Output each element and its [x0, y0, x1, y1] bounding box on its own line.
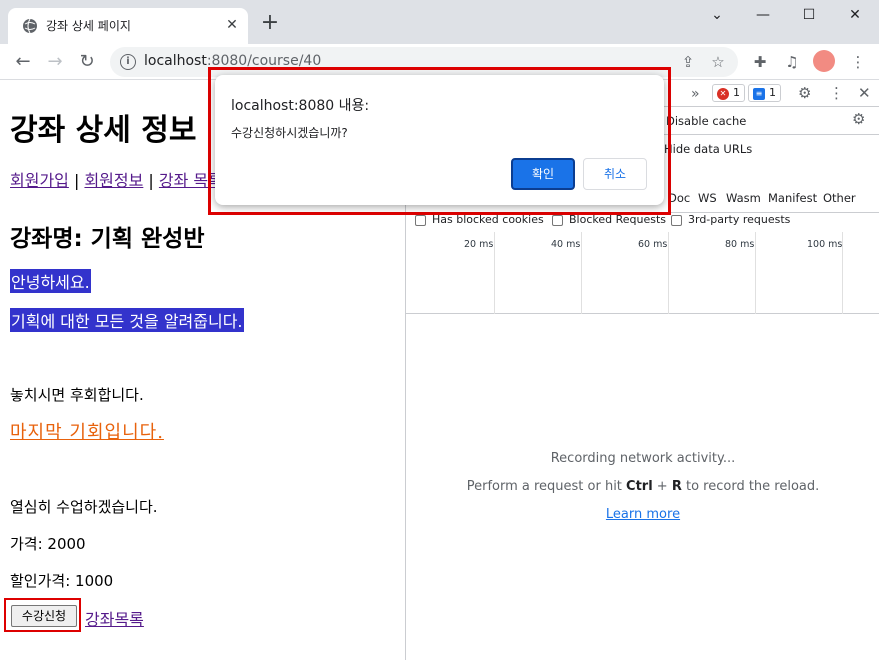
back-icon[interactable]: ←	[13, 52, 33, 72]
timeline-gridline	[668, 232, 669, 314]
tab-title: 강좌 상세 페이지	[46, 19, 131, 33]
course-title: 강좌명: 기획 완성반	[10, 226, 205, 252]
more-tabs-icon[interactable]: »	[691, 86, 700, 102]
site-info-icon[interactable]: i	[120, 54, 136, 70]
timeline-gridline	[494, 232, 495, 314]
timeline-tick-label: 40 ms	[551, 239, 581, 250]
timeline-tick-label: 80 ms	[725, 239, 755, 250]
timeline-tick-label: 100 ms	[807, 239, 843, 250]
forward-icon[interactable]: →	[45, 52, 65, 72]
error-badge[interactable]: ✕ 1	[712, 84, 745, 102]
sale-price-text: 할인가격: 1000	[10, 572, 114, 590]
timeline-gridline	[581, 232, 582, 314]
nav-separator: |	[68, 171, 85, 190]
settings-gear-icon[interactable]: ⚙	[798, 84, 811, 102]
filter-wasm[interactable]: Wasm	[726, 191, 761, 205]
filter-ws[interactable]: WS	[698, 191, 717, 205]
share-icon[interactable]: ⇪	[678, 52, 698, 72]
minimize-button[interactable]: —	[748, 4, 778, 26]
filter-doc[interactable]: Doc	[668, 191, 690, 205]
title-bar: 강좌 상세 페이지 ✕ + ⌄ — ☐ ✕	[0, 0, 879, 44]
dont-miss-text: 놓치시면 후회합니다.	[10, 386, 144, 404]
nav-links: 회원가입 | 회원정보 | 강좌 목록	[10, 167, 223, 191]
hint-plus: +	[652, 479, 672, 494]
enroll-button[interactable]: 수강신청	[11, 605, 77, 627]
learn-more-link[interactable]: Learn more	[406, 507, 879, 522]
error-icon: ✕	[717, 88, 729, 100]
last-chance-text: 마지막 기회입니다.	[10, 422, 164, 443]
avatar[interactable]	[813, 50, 835, 72]
timeline-tick-label: 60 ms	[638, 239, 668, 250]
disable-cache-label[interactable]: Disable cache	[666, 114, 746, 128]
greeting-text: 안녕하세요.	[10, 269, 91, 293]
third-party-checkbox[interactable]	[671, 215, 682, 226]
hint-r-key: R	[671, 479, 682, 494]
devtools-menu-icon[interactable]: ⋮	[829, 84, 844, 102]
hide-data-urls-label[interactable]: Hide data URLs	[664, 142, 752, 156]
recording-status: Recording network activity...	[550, 451, 736, 466]
close-devtools-icon[interactable]: ✕	[858, 84, 871, 102]
promise-text: 열심히 수업하겠습니다.	[10, 498, 158, 516]
globe-icon	[23, 18, 37, 34]
url-host: localhost	[144, 53, 207, 69]
extensions-icon[interactable]: ✚	[750, 52, 770, 72]
hint-suffix: to record the reload.	[681, 479, 820, 494]
filter-manifest[interactable]: Manifest	[768, 191, 817, 205]
price-text: 가격: 2000	[10, 535, 86, 553]
bookmark-star-icon[interactable]: ☆	[708, 52, 728, 72]
reload-hint: Perform a request or hit Ctrl + R to rec…	[406, 479, 879, 494]
network-timeline: 20 ms 40 ms 60 ms 80 ms 100 ms	[406, 232, 879, 314]
tab-search-icon[interactable]: ⌄	[702, 4, 732, 26]
message-badge[interactable]: ≡ 1	[748, 84, 781, 102]
close-window-button[interactable]: ✕	[840, 4, 870, 26]
page-title: 강좌 상세 정보	[10, 113, 197, 148]
hint-ctrl-key: Ctrl	[626, 479, 653, 494]
blocked-cookies-checkbox[interactable]	[415, 215, 426, 226]
nav-separator: |	[143, 171, 159, 190]
message-icon: ≡	[753, 88, 765, 100]
intro-text: 기획에 대한 모든 것을 알려줍니다.	[10, 308, 244, 332]
blocked-requests-checkbox[interactable]	[552, 215, 563, 226]
cancel-button[interactable]: 취소	[583, 158, 647, 190]
browser-tab[interactable]: 강좌 상세 페이지 ✕	[8, 8, 248, 44]
close-tab-icon[interactable]: ✕	[224, 17, 240, 33]
third-party-label: 3rd-party requests	[688, 213, 791, 226]
hint-prefix: Perform a request or hit	[466, 479, 627, 494]
filter-other[interactable]: Other	[823, 191, 856, 205]
dialog-message: 수강신청하시겠습니까?	[231, 126, 348, 140]
member-info-link[interactable]: 회원정보	[84, 171, 143, 190]
ok-button[interactable]: 확인	[511, 158, 575, 190]
error-count: 1	[733, 86, 740, 99]
timeline-tick-label: 20 ms	[464, 239, 494, 250]
network-settings-icon[interactable]: ⚙	[852, 110, 865, 128]
media-icon[interactable]: ♫	[782, 52, 802, 72]
reload-icon[interactable]: ↻	[77, 52, 97, 72]
confirm-dialog: localhost:8080 내용: 수강신청하시겠습니까? 확인 취소	[215, 75, 664, 205]
course-list-link[interactable]: 강좌목록	[85, 606, 144, 630]
message-count: 1	[769, 86, 776, 99]
maximize-button[interactable]: ☐	[794, 4, 824, 26]
learn-more-text[interactable]: Learn more	[606, 507, 680, 522]
dialog-title: localhost:8080 내용:	[231, 98, 370, 114]
signup-link[interactable]: 회원가입	[10, 171, 69, 190]
new-tab-button[interactable]: +	[260, 12, 280, 34]
menu-icon[interactable]: ⋮	[848, 52, 868, 72]
timeline-gridline	[755, 232, 756, 314]
